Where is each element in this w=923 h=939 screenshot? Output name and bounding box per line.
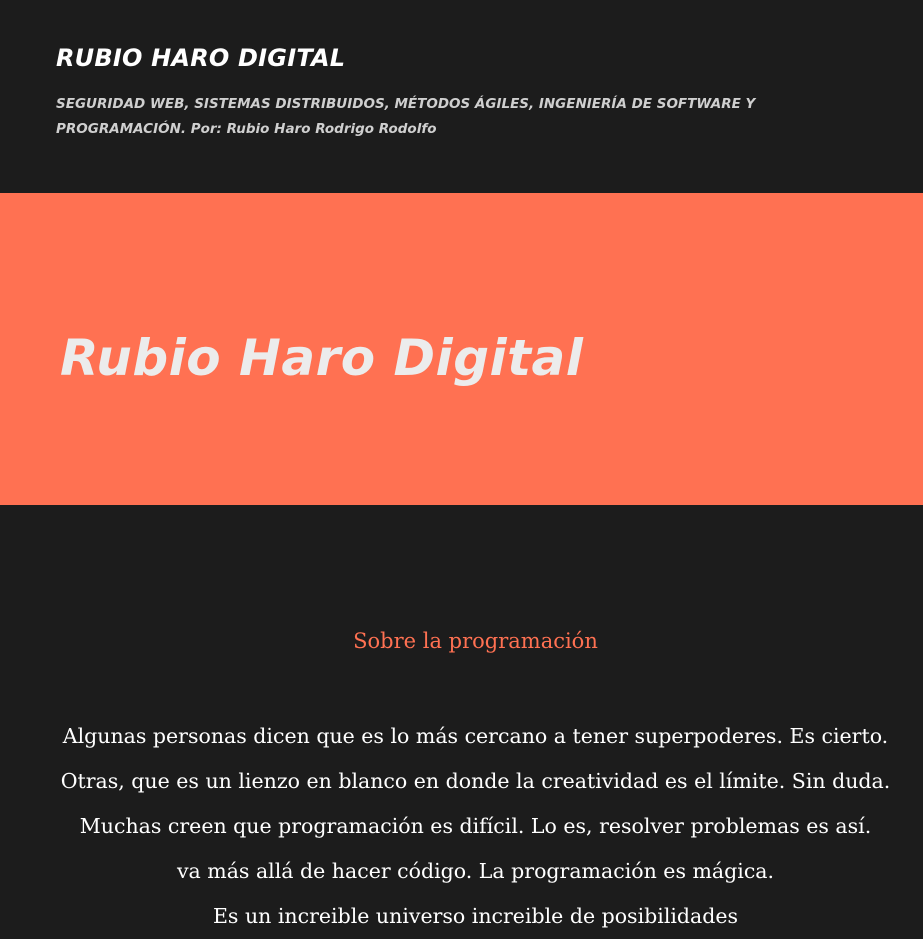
hero-title: Rubio Haro Digital xyxy=(60,329,584,387)
paragraph-line: va más allá de hacer código. La programa… xyxy=(176,859,775,883)
main-content: Sobre la programación Algunas personas d… xyxy=(0,505,923,936)
section-heading: Sobre la programación xyxy=(353,629,598,653)
paragraph-line: Muchas creen que programación es difícil… xyxy=(79,814,872,838)
paragraph-line: Es un increible universo increible de po… xyxy=(212,904,739,928)
paragraph-line: Otras, que es un lienzo en blanco en don… xyxy=(60,769,891,793)
intro-paragraph: Algunas personas dicen que es lo más cer… xyxy=(0,714,923,939)
site-header: RUBIO HARO DIGITAL SEGURIDAD WEB, SISTEM… xyxy=(0,0,923,193)
paragraph-line: Algunas personas dicen que es lo más cer… xyxy=(62,724,889,748)
hero-banner: Rubio Haro Digital xyxy=(0,193,923,505)
site-tagline: SEGURIDAD WEB, SISTEMAS DISTRIBUIDOS, MÉ… xyxy=(56,96,756,137)
site-title-link[interactable]: RUBIO HARO DIGITAL xyxy=(56,44,345,72)
